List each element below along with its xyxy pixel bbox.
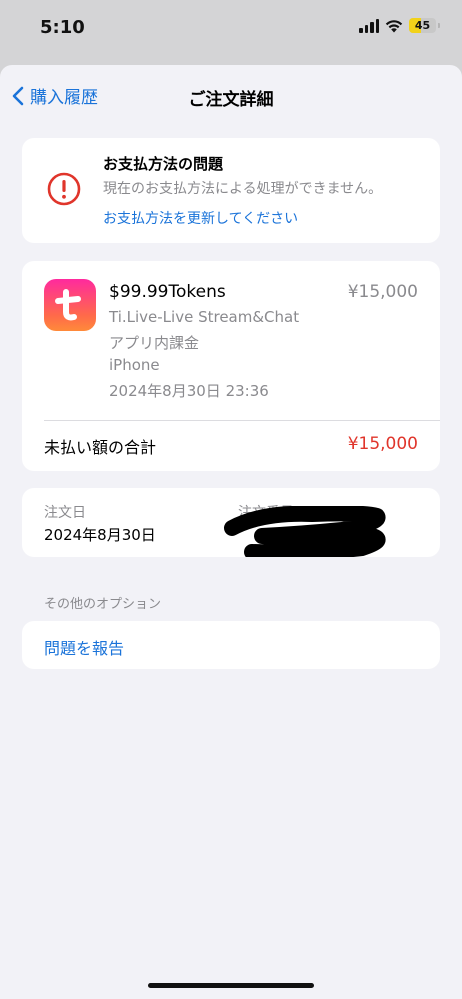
battery-icon: 45 [409,18,436,33]
navigation-bar: 購入履歴 ご注文詳細 [0,65,462,127]
app-icon [44,279,96,331]
order-date-value: 2024年8月30日 [44,526,156,544]
battery-percentage: 45 [414,19,431,32]
divider [44,420,440,421]
order-item-card: $99.99Tokens ¥15,000 Ti.Live-Live Stream… [22,261,440,471]
app-logo-t-icon [55,289,81,321]
payment-issue-title: お支払方法の問題 [103,155,224,173]
redaction-scribble [224,506,386,557]
total-value: ¥15,000 [347,434,418,454]
item-price: ¥15,000 [347,282,418,302]
status-time: 5:10 [40,17,85,38]
item-device: iPhone [109,356,160,374]
order-info-card: 注文日 2024年8月30日 注文番号 [22,488,440,557]
battery-tip [438,23,440,28]
item-app-name: Ti.Live-Live Stream&Chat [109,308,300,326]
status-icons: 45 [359,18,440,33]
item-type: アプリ内課金 [109,334,200,352]
wifi-icon [385,19,403,32]
order-detail-sheet: 購入履歴 ご注文詳細 お支払方法の問題 現在のお支払方法による処理ができません。… [0,65,462,999]
report-problem-button[interactable]: 問題を報告 [22,621,440,669]
payment-issue-description: 現在のお支払方法による処理ができません。 [103,181,383,197]
total-label: 未払い額の合計 [44,438,157,457]
report-problem-label: 問題を報告 [44,639,125,658]
order-date-label: 注文日 [44,505,86,521]
signal-icon [359,18,379,33]
exclamation-circle-icon [47,172,81,206]
update-payment-link[interactable]: お支払方法を更新してください [103,208,298,228]
item-date: 2024年8月30日 23:36 [109,382,269,400]
status-bar: 5:10 45 [0,0,462,60]
home-indicator[interactable] [148,983,314,988]
page-title: ご注文詳細 [188,90,274,110]
other-options-header: その他のオプション [44,597,162,612]
item-name: $99.99Tokens [109,282,226,302]
payment-issue-card: お支払方法の問題 現在のお支払方法による処理ができません。 お支払方法を更新して… [22,138,440,243]
